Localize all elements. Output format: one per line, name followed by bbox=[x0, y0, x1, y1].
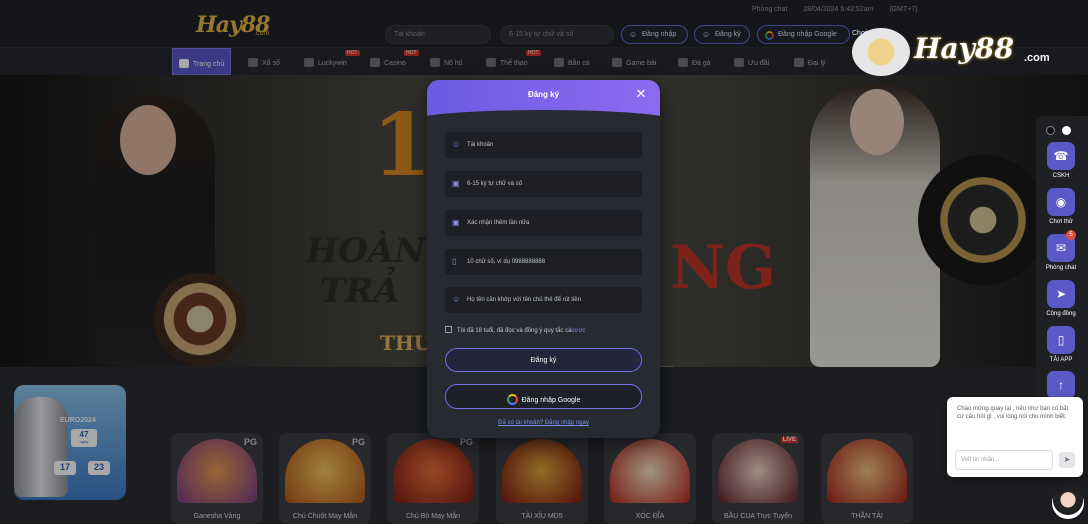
phone-placeholder: 10 chữ số, ví dụ 0988888888 bbox=[467, 259, 546, 265]
agree-row: Tôi đã 18 tuổi, đã đọc và đồng ý quy tắc… bbox=[445, 326, 585, 334]
lock-icon: ▣ bbox=[452, 179, 460, 188]
chat-input[interactable]: Viết tin nhắn... bbox=[955, 450, 1053, 470]
confirm-placeholder: Xác nhận thêm lần nữa bbox=[467, 220, 530, 226]
password-placeholder: 6-15 ký tự chữ và số bbox=[467, 181, 523, 187]
sidebar-item-taiapp[interactable]: ▯ TẢI APP bbox=[1043, 326, 1079, 363]
register-modal: Đăng ký ✕ ☺ Tài khoản ▣ 6-15 ký tự chữ và … bbox=[427, 80, 660, 438]
header-trial-label[interactable]: Chơi thử bbox=[852, 30, 880, 37]
light-theme-dot[interactable] bbox=[1062, 126, 1071, 135]
page: Hay88 .com Phòng chat 28/04/2024 5:42:52… bbox=[0, 0, 1088, 524]
right-logo-text: Hay88 bbox=[914, 32, 1014, 65]
sidebar-item-congdong[interactable]: ➤ Cộng đồng bbox=[1043, 280, 1079, 317]
lock-icon: ▣ bbox=[452, 218, 460, 227]
sidebar-label: Chơi thử bbox=[1049, 219, 1073, 225]
telegram-icon: ➤ bbox=[1047, 280, 1075, 308]
user-icon: ☺ bbox=[452, 140, 461, 149]
theme-toggle[interactable] bbox=[1046, 122, 1078, 140]
chat-agent-avatar[interactable] bbox=[1052, 487, 1084, 519]
phone-icon: ▯ bbox=[1047, 326, 1075, 354]
sidebar-label: Phòng chat bbox=[1045, 265, 1077, 271]
terms-link[interactable]: cược bbox=[571, 328, 585, 334]
chat-welcome-message: Chào mừng quay lại , nếu như bạn có bất … bbox=[957, 406, 1069, 420]
register-submit-button[interactable]: Đăng ký bbox=[445, 348, 642, 372]
phone-icon: ▯ bbox=[452, 257, 457, 266]
chat-popup: Chào mừng quay lại , nếu như bạn có bất … bbox=[947, 397, 1083, 477]
sidebar-label: Cộng đồng bbox=[1046, 311, 1076, 317]
modal-header-wave bbox=[427, 110, 660, 134]
phone-field[interactable]: ▯ 10 chữ số, ví dụ 0988888888 bbox=[445, 249, 642, 275]
agree-text: Tôi đã 18 tuổi, đã đọc và đồng ý quy tắc… bbox=[457, 328, 572, 334]
sidebar-item-cskh[interactable]: ☎ CSKH bbox=[1043, 142, 1079, 179]
send-icon[interactable]: ➤ bbox=[1059, 452, 1075, 468]
close-icon[interactable]: ✕ bbox=[633, 86, 649, 102]
sidebar-label: TẢI APP bbox=[1049, 357, 1073, 363]
login-link[interactable]: Đã có tài khoản? Đăng nhập ngay bbox=[427, 420, 660, 426]
register-submit-label: Đăng ký bbox=[530, 357, 557, 364]
fullname-placeholder: Họ tên cần khớp với tên chủ thẻ để rút t… bbox=[467, 297, 581, 303]
sidebar-label: CSKH bbox=[1052, 173, 1070, 179]
right-logo-sub: .com bbox=[1024, 52, 1050, 64]
agree-checkbox[interactable] bbox=[445, 326, 452, 333]
google-login-label: Đăng nhập Google bbox=[521, 397, 581, 404]
right-logo: Hay88 .com bbox=[852, 28, 1057, 78]
gamepad-icon: ◉ bbox=[1047, 188, 1075, 216]
modal-title: Đăng ký bbox=[527, 90, 560, 99]
account-placeholder: Tài khoản bbox=[467, 142, 494, 148]
arrow-up-icon: ↑ bbox=[1047, 371, 1075, 399]
password-field[interactable]: ▣ 6-15 ký tự chữ và số bbox=[445, 171, 642, 197]
google-login-button[interactable]: Đăng nhập Google bbox=[445, 384, 642, 409]
headset-icon: ☎ bbox=[1047, 142, 1075, 170]
account-field[interactable]: ☺ Tài khoản bbox=[445, 132, 642, 158]
sidebar-item-phongchat[interactable]: ✉ 5 Phòng chat bbox=[1043, 230, 1079, 271]
notification-badge: 5 bbox=[1066, 230, 1076, 240]
fullname-field[interactable]: ☺ Họ tên cần khớp với tên chủ thẻ để rút … bbox=[445, 287, 642, 313]
confirm-password-field[interactable]: ▣ Xác nhận thêm lần nữa bbox=[445, 210, 642, 236]
dark-theme-dot[interactable] bbox=[1046, 126, 1055, 135]
google-icon bbox=[506, 394, 518, 405]
user-icon: ☺ bbox=[452, 295, 461, 304]
sidebar-item-choithu[interactable]: ◉ Chơi thử bbox=[1043, 188, 1079, 225]
